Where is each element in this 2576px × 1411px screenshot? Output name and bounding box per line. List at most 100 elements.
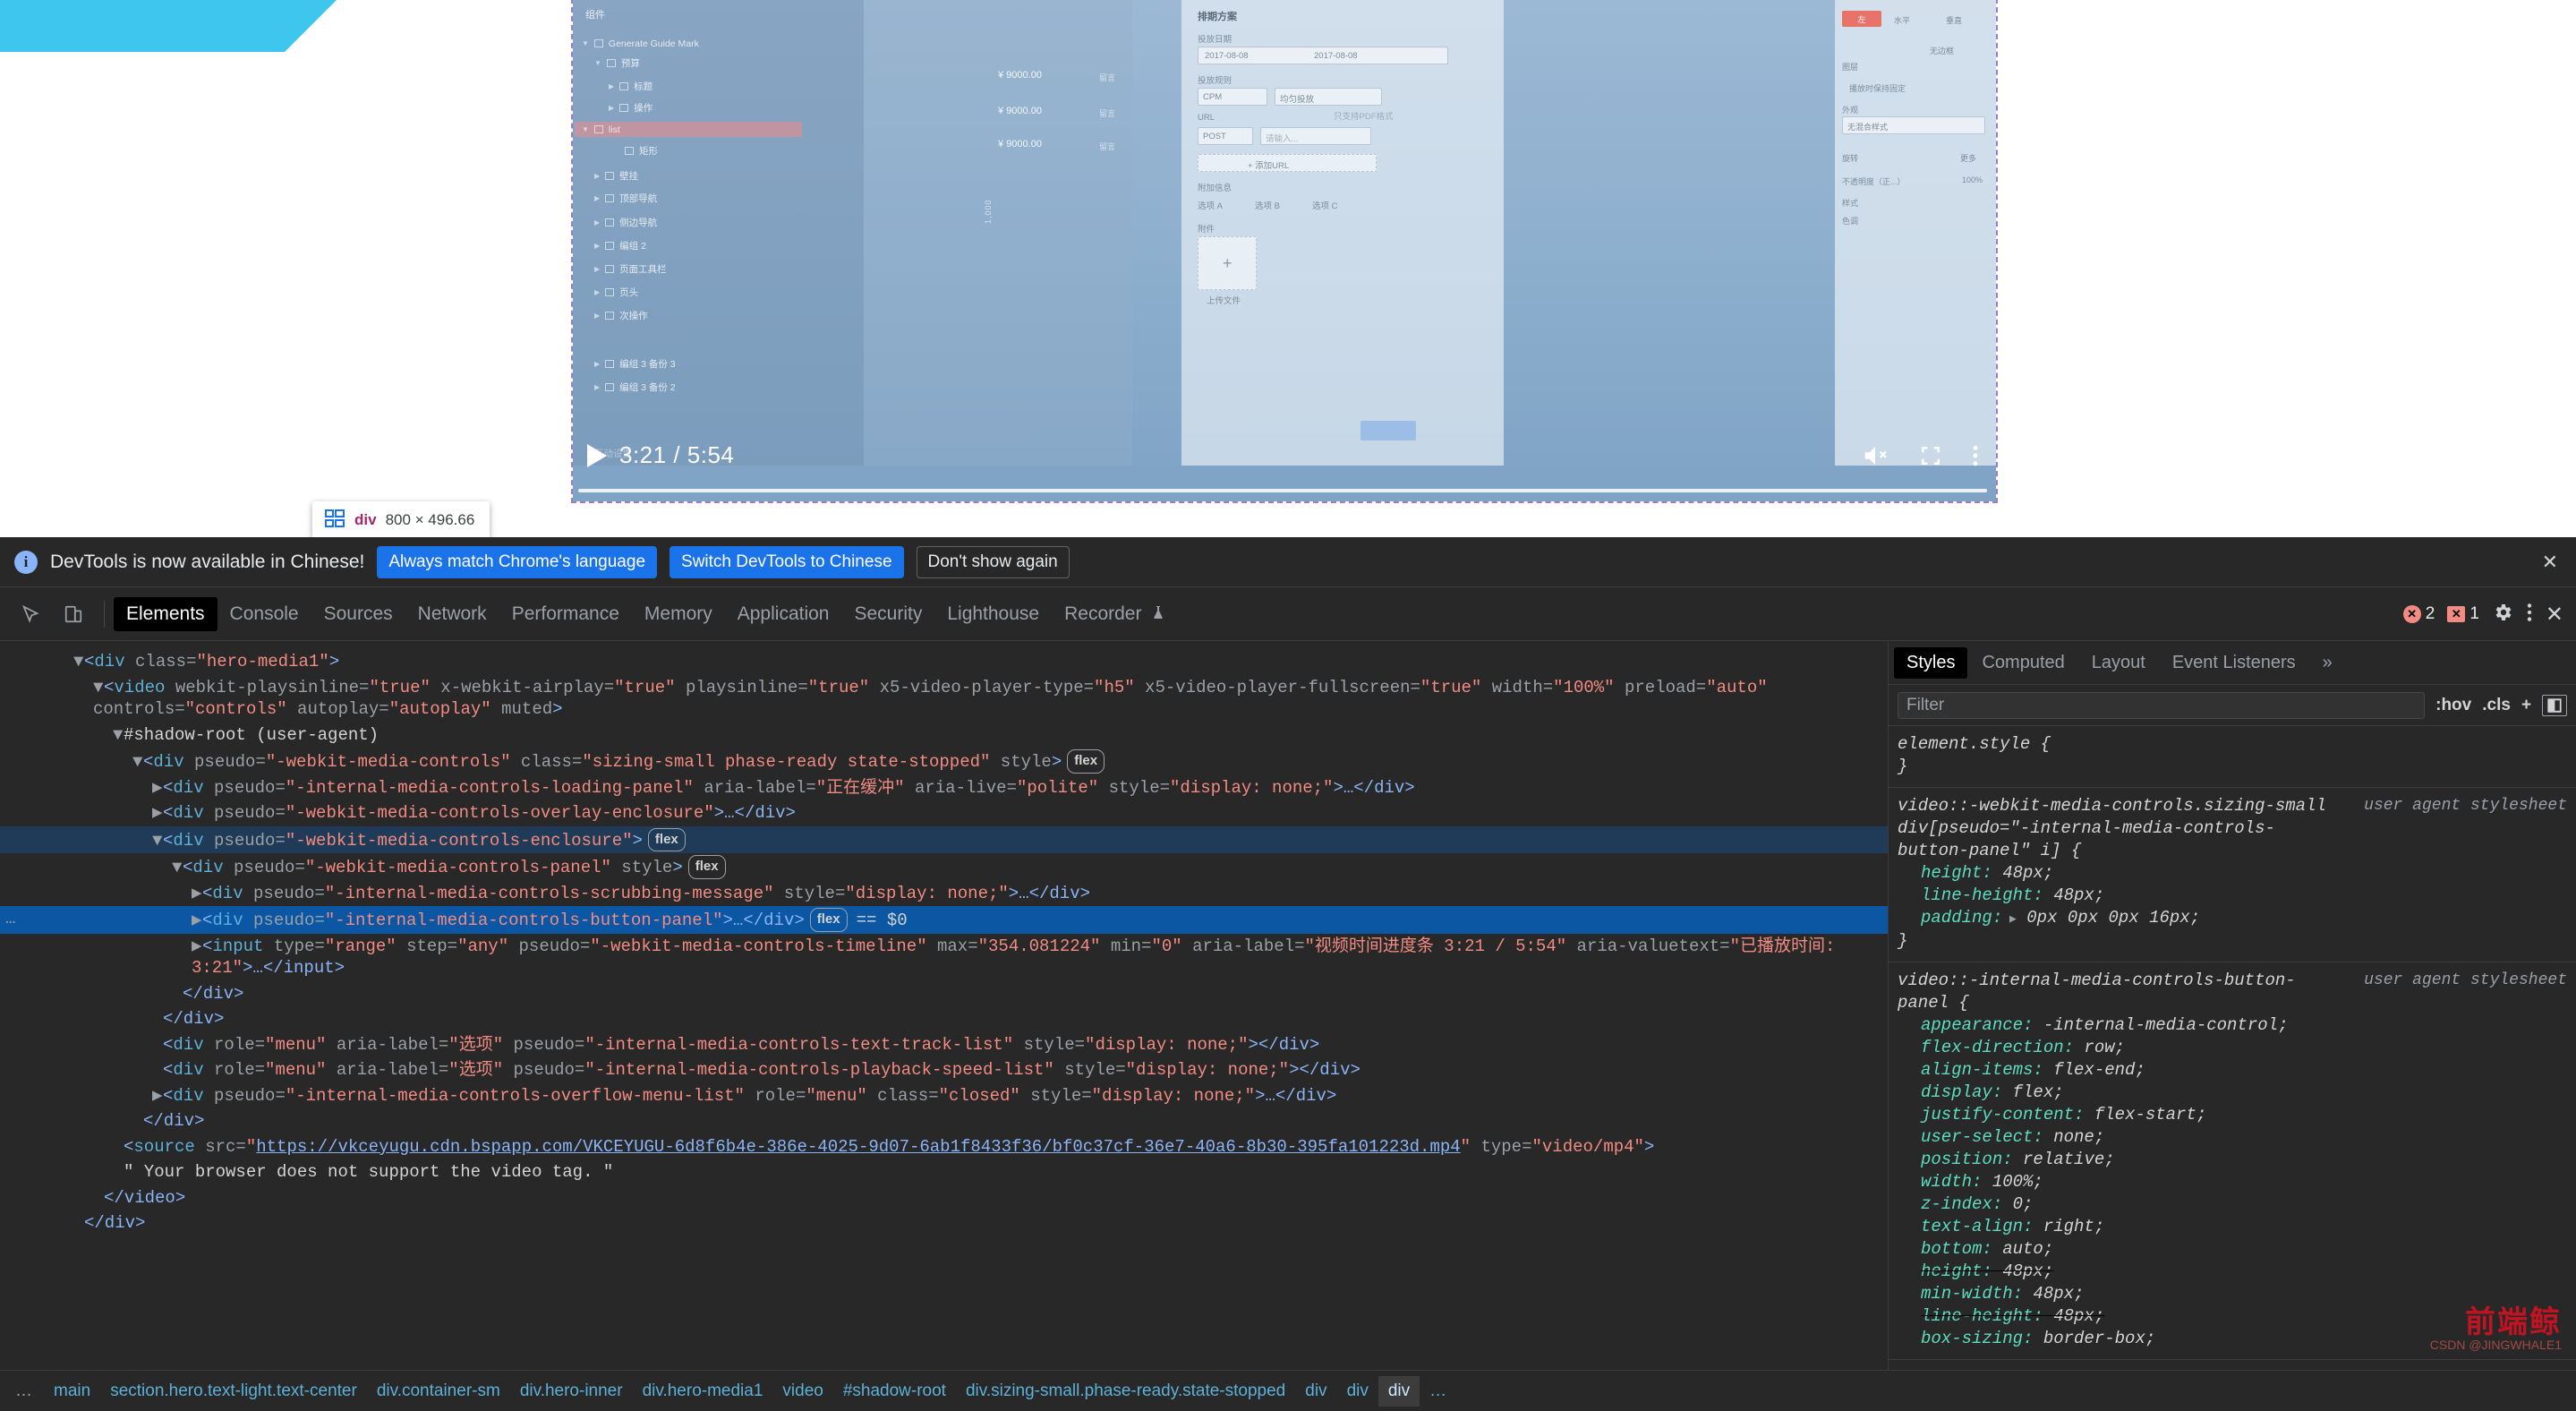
dom-tree-line[interactable]: </div> — [0, 1006, 1888, 1032]
css-declaration[interactable]: align-items: flex-end; — [1898, 1059, 2567, 1082]
tab-computed[interactable]: Computed — [1969, 647, 2077, 679]
css-declaration[interactable]: z-index: 0; — [1898, 1193, 2567, 1216]
dom-tree-line[interactable]: ▼<div class="hero-media1"> — [0, 649, 1888, 675]
chevron-right-icon[interactable]: ▶ — [152, 802, 163, 825]
chevron-down-icon[interactable]: ▼ — [172, 857, 183, 879]
chevron-down-icon[interactable]: ▼ — [152, 830, 163, 852]
css-property-name[interactable]: height: — [1921, 1261, 1992, 1281]
dont-show-again-button[interactable]: Don't show again — [917, 546, 1070, 578]
dom-tree-line[interactable]: ▶<div pseudo="-internal-media-controls-l… — [0, 775, 1888, 801]
css-property-name[interactable]: line-height: — [1921, 885, 2043, 905]
chevron-right-icon[interactable]: ▶ — [192, 883, 202, 905]
error-badge[interactable]: ✕ 2 — [2403, 604, 2435, 624]
tab-recorder[interactable]: Recorder — [1052, 597, 1177, 631]
css-property-name[interactable]: line-height: — [1921, 1306, 2043, 1326]
dom-tree-line[interactable]: ▶<input type="range" step="any" pseudo="… — [0, 934, 1888, 981]
flex-badge[interactable]: flex — [1067, 749, 1105, 774]
css-property-value[interactable]: 48px; — [1992, 863, 2053, 883]
inspect-cursor-icon[interactable] — [13, 596, 48, 632]
breadcrumb-item[interactable]: div.sizing-small.phase-ready.state-stopp… — [956, 1376, 1295, 1407]
tab-event-listeners[interactable]: Event Listeners — [2160, 647, 2308, 679]
tab-sources[interactable]: Sources — [311, 597, 405, 631]
tab-security[interactable]: Security — [841, 597, 934, 631]
ellipsis-icon[interactable]: … — [5, 1376, 44, 1407]
css-declaration[interactable]: line-height: 48px; — [1898, 1305, 2567, 1328]
align-vertical-label[interactable]: 垂直 — [1946, 14, 1962, 26]
dom-tree-line[interactable]: ▶<div pseudo="-webkit-media-controls-ove… — [0, 800, 1888, 826]
css-rule[interactable]: user agent stylesheetvideo::-internal-me… — [1889, 962, 2576, 1360]
tab-elements[interactable]: Elements — [114, 597, 218, 631]
css-rule[interactable]: element.style {} — [1889, 726, 2576, 788]
dom-tree-line[interactable]: ▼#shadow-root (user-agent) — [0, 723, 1888, 748]
always-match-language-button[interactable]: Always match Chrome's language — [377, 546, 657, 578]
checkbox-c[interactable]: 选项 C — [1312, 199, 1338, 211]
styles-filter-input[interactable]: Filter — [1898, 692, 2425, 719]
media-timeline-slider[interactable] — [578, 487, 1987, 492]
dom-tree-line[interactable]: ▼<div pseudo="-webkit-media-controls-enc… — [0, 826, 1888, 854]
css-property-name[interactable]: align-items: — [1921, 1060, 2043, 1080]
panel-toggle-icon[interactable]: ◧ — [2542, 695, 2567, 716]
breadcrumb-item[interactable]: main — [44, 1376, 100, 1407]
plus-icon[interactable]: + — [2521, 696, 2531, 715]
css-property-name[interactable]: z-index: — [1921, 1194, 2002, 1214]
css-property-value[interactable]: none; — [2043, 1127, 2104, 1147]
tab-application[interactable]: Application — [725, 597, 842, 631]
css-property-name[interactable]: text-align: — [1921, 1217, 2033, 1236]
css-declaration[interactable]: height: 48px; — [1898, 862, 2567, 885]
chevron-double-right-icon[interactable]: » — [2310, 647, 2345, 679]
dom-tree-line[interactable]: </div> — [0, 1210, 1888, 1236]
kebab-menu-icon[interactable] — [1971, 442, 1980, 469]
css-property-value[interactable]: 48px; — [2043, 1306, 2104, 1326]
css-property-value[interactable]: 0; — [2002, 1194, 2033, 1214]
dom-tree-line[interactable]: <div role="menu" aria-label="选项" pseudo=… — [0, 1032, 1888, 1058]
dom-tree-line[interactable]: </div> — [0, 1108, 1888, 1134]
css-declaration[interactable]: min-width: 48px; — [1898, 1283, 2567, 1305]
css-property-value[interactable]: relative; — [2013, 1150, 2115, 1169]
css-property-name[interactable]: position: — [1921, 1150, 2013, 1169]
css-property-name[interactable]: flex-direction: — [1921, 1038, 2074, 1057]
flex-badge[interactable]: flex — [648, 828, 686, 852]
dom-tree-line[interactable]: <source src="https://vkceyugu.cdn.bspapp… — [0, 1134, 1888, 1160]
css-declaration[interactable]: line-height: 48px; — [1898, 885, 2567, 907]
volume-muted-icon[interactable] — [1860, 442, 1890, 469]
css-declaration[interactable]: appearance: -internal-media-control; — [1898, 1014, 2567, 1037]
css-property-value[interactable]: -internal-media-control; — [2033, 1015, 2288, 1035]
breadcrumb-item[interactable]: div.hero-media1 — [633, 1376, 773, 1407]
breadcrumb-item[interactable]: div — [1295, 1376, 1336, 1407]
dom-tree-line[interactable]: ▼<div pseudo="-webkit-media-controls-pan… — [0, 853, 1888, 881]
breadcrumb-item[interactable]: … — [1420, 1376, 1456, 1407]
align-left-button[interactable]: 左 — [1842, 11, 1881, 27]
fullscreen-icon[interactable] — [1917, 442, 1944, 469]
chevron-right-icon[interactable]: ▶ — [152, 777, 163, 800]
flex-badge[interactable]: flex — [688, 855, 726, 879]
css-declaration[interactable]: justify-content: flex-start; — [1898, 1104, 2567, 1126]
css-declaration[interactable]: flex-direction: row; — [1898, 1037, 2567, 1059]
chevron-down-icon[interactable]: ▼ — [132, 751, 143, 774]
css-property-name[interactable]: bottom: — [1921, 1239, 1992, 1259]
css-selector[interactable]: element.style { — [1898, 733, 2567, 756]
breadcrumb-item[interactable]: div — [1378, 1376, 1420, 1407]
css-property-name[interactable]: padding: — [1921, 908, 2002, 928]
chevron-down-icon[interactable]: ▼ — [73, 651, 84, 673]
cls-toggle[interactable]: .cls — [2482, 696, 2511, 715]
kebab-menu-icon[interactable] — [2526, 601, 2533, 629]
css-declaration[interactable]: text-align: right; — [1898, 1216, 2567, 1238]
chevron-down-icon[interactable]: ▼ — [93, 677, 104, 699]
css-property-name[interactable]: justify-content: — [1921, 1105, 2084, 1125]
video-element-highlight[interactable]: 组件 ▼Generate Guide Mark ▼预算 ▶标题 ▶操作 ▼lis… — [573, 0, 1996, 501]
css-property-value[interactable]: 100%; — [1982, 1172, 2043, 1192]
css-property-value[interactable]: flex; — [2002, 1082, 2063, 1102]
css-rule[interactable]: user agent stylesheetvideo::-webkit-medi… — [1889, 788, 2576, 962]
css-property-name[interactable]: box-sizing: — [1921, 1329, 2033, 1348]
tab-memory[interactable]: Memory — [632, 597, 725, 631]
chevron-right-icon[interactable]: ▶ — [192, 910, 202, 932]
css-declaration[interactable]: display: flex; — [1898, 1082, 2567, 1104]
chevron-right-icon[interactable]: ▶ — [152, 1085, 163, 1107]
hov-toggle[interactable]: :hov — [2435, 696, 2471, 715]
css-property-value[interactable]: 0px 0px 0px 16px; — [2017, 908, 2200, 928]
checkbox-b[interactable]: 选项 B — [1255, 199, 1280, 211]
dom-tree-line[interactable]: …▶<div pseudo="-internal-media-controls-… — [0, 906, 1888, 934]
css-property-value[interactable]: flex-end; — [2043, 1060, 2145, 1080]
breadcrumb-item[interactable]: div — [1337, 1376, 1378, 1407]
css-declaration[interactable]: bottom: auto; — [1898, 1238, 2567, 1261]
